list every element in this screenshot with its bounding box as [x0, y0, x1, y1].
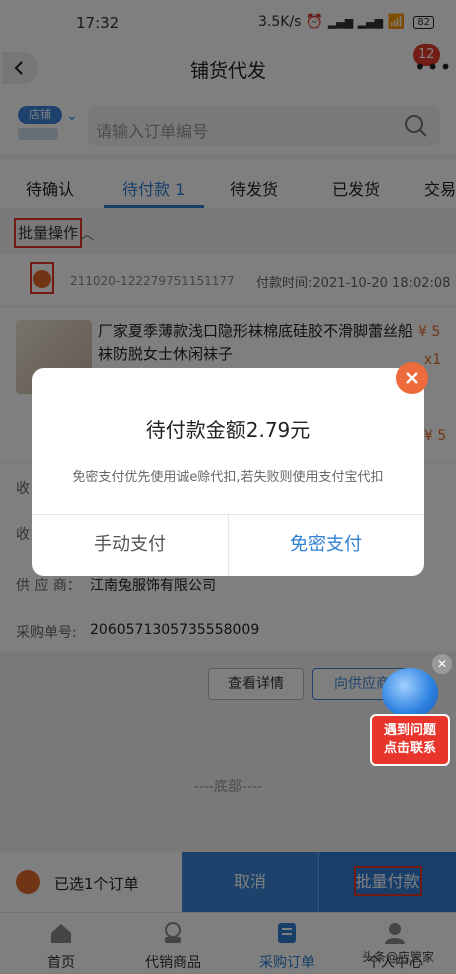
help-mascot-icon[interactable] [382, 668, 438, 718]
password-free-pay-button[interactable]: 免密支付 [228, 514, 424, 576]
help-line-2: 点击联系 [383, 741, 436, 756]
modal-title: 待付款金额2.79元 [145, 418, 311, 442]
help-line-1: 遇到问题 [383, 723, 436, 738]
modal-description: 免密支付优先使用诚e赊代扣,若失败则使用支付宝代扣 [72, 470, 384, 485]
manual-pay-button[interactable]: 手动支付 [32, 514, 228, 576]
help-contact-button[interactable]: 遇到问题 点击联系 [370, 714, 450, 766]
help-close-icon[interactable]: ✕ [432, 654, 452, 674]
close-icon[interactable] [396, 362, 428, 394]
